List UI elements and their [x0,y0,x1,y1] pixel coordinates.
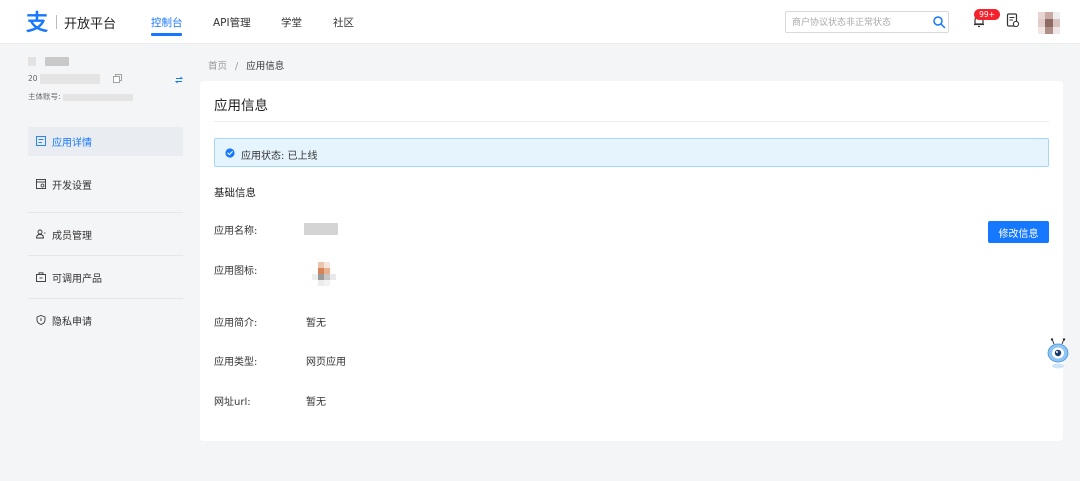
sidebar-item-members[interactable]: 成员管理 [28,213,183,256]
sidebar-item-label: 可调用产品 [52,274,102,285]
sidebar-menu: 应用详情 开发设置 成员管理 可调用产品 隐私申请 [28,127,183,342]
members-icon [36,229,46,239]
products-icon [36,272,46,282]
account-id: 20 [28,74,100,84]
sidebar-item-label: 成员管理 [52,231,92,242]
breadcrumb-separator: / [235,61,239,72]
notification-badge: 99+ [974,9,1000,20]
nav-academy[interactable]: 学堂 [281,15,302,30]
switch-account-icon[interactable] [175,76,183,84]
field-value-app-intro: 暂无 [306,318,326,329]
copy-icon[interactable] [113,74,122,83]
title-divider [214,121,1049,122]
nav-community[interactable]: 社区 [333,15,354,30]
field-value-url: 暂无 [306,397,326,408]
field-label-app-type: 应用类型: [214,357,258,368]
app-info-card: 应用信息 应用状态: 已上线 基础信息 应用名称: 修改信息 应用图标: 应用简… [200,81,1063,441]
field-label-url: 网址url: [214,397,251,408]
sidebar-item-dev-settings[interactable]: 开发设置 [28,170,183,213]
main-account-label: 主体账号: [28,91,133,102]
brand-title[interactable]: 开放平台 [64,13,116,32]
breadcrumb-home[interactable]: 首页 [208,61,227,72]
nav-console[interactable]: 控制台 [151,15,183,30]
field-label-app-name: 应用名称: [214,226,258,237]
breadcrumb-current: 应用信息 [246,61,285,72]
check-circle-icon [225,148,235,158]
nav-api-management[interactable]: API管理 [213,15,251,30]
user-avatar[interactable] [1038,12,1060,34]
account-name-blurred [28,57,70,69]
assistant-robot-icon[interactable] [1045,338,1071,370]
brand-divider [56,15,57,29]
page-title: 应用信息 [214,98,268,114]
sidebar-item-products[interactable]: 可调用产品 [28,256,183,299]
sidebar-item-privacy[interactable]: 隐私申请 [28,299,183,342]
sidebar-item-label: 隐私申请 [52,317,92,328]
alipay-logo-icon[interactable]: 支 [26,10,50,34]
field-label-app-icon: 应用图标: [214,266,258,277]
dev-settings-icon [36,179,46,189]
document-icon[interactable] [1006,13,1020,28]
app-name-blurred [304,223,338,238]
field-value-app-type: 网页应用 [306,357,346,368]
search-icon[interactable] [932,15,946,29]
sidebar-item-label: 应用详情 [52,138,92,149]
app-icon-image [310,262,338,286]
status-alert: 应用状态: 已上线 [214,138,1049,167]
privacy-icon [36,315,46,325]
nav-active-indicator [151,33,182,36]
top-bar: 支 开放平台 控制台 API管理 学堂 社区 99+ [0,0,1080,44]
field-label-app-intro: 应用简介: [214,318,258,329]
svg-text:支: 支 [26,11,49,34]
app-detail-icon [36,136,46,146]
sidebar-item-app-detail[interactable]: 应用详情 [28,127,183,156]
search-input[interactable] [792,15,922,30]
search-box [785,11,949,33]
sidebar-item-label: 开发设置 [52,181,92,192]
breadcrumb: 首页 / 应用信息 [208,58,284,72]
edit-info-button[interactable]: 修改信息 [988,221,1049,243]
section-title: 基础信息 [214,187,256,199]
status-text: 应用状态: 已上线 [241,151,318,162]
